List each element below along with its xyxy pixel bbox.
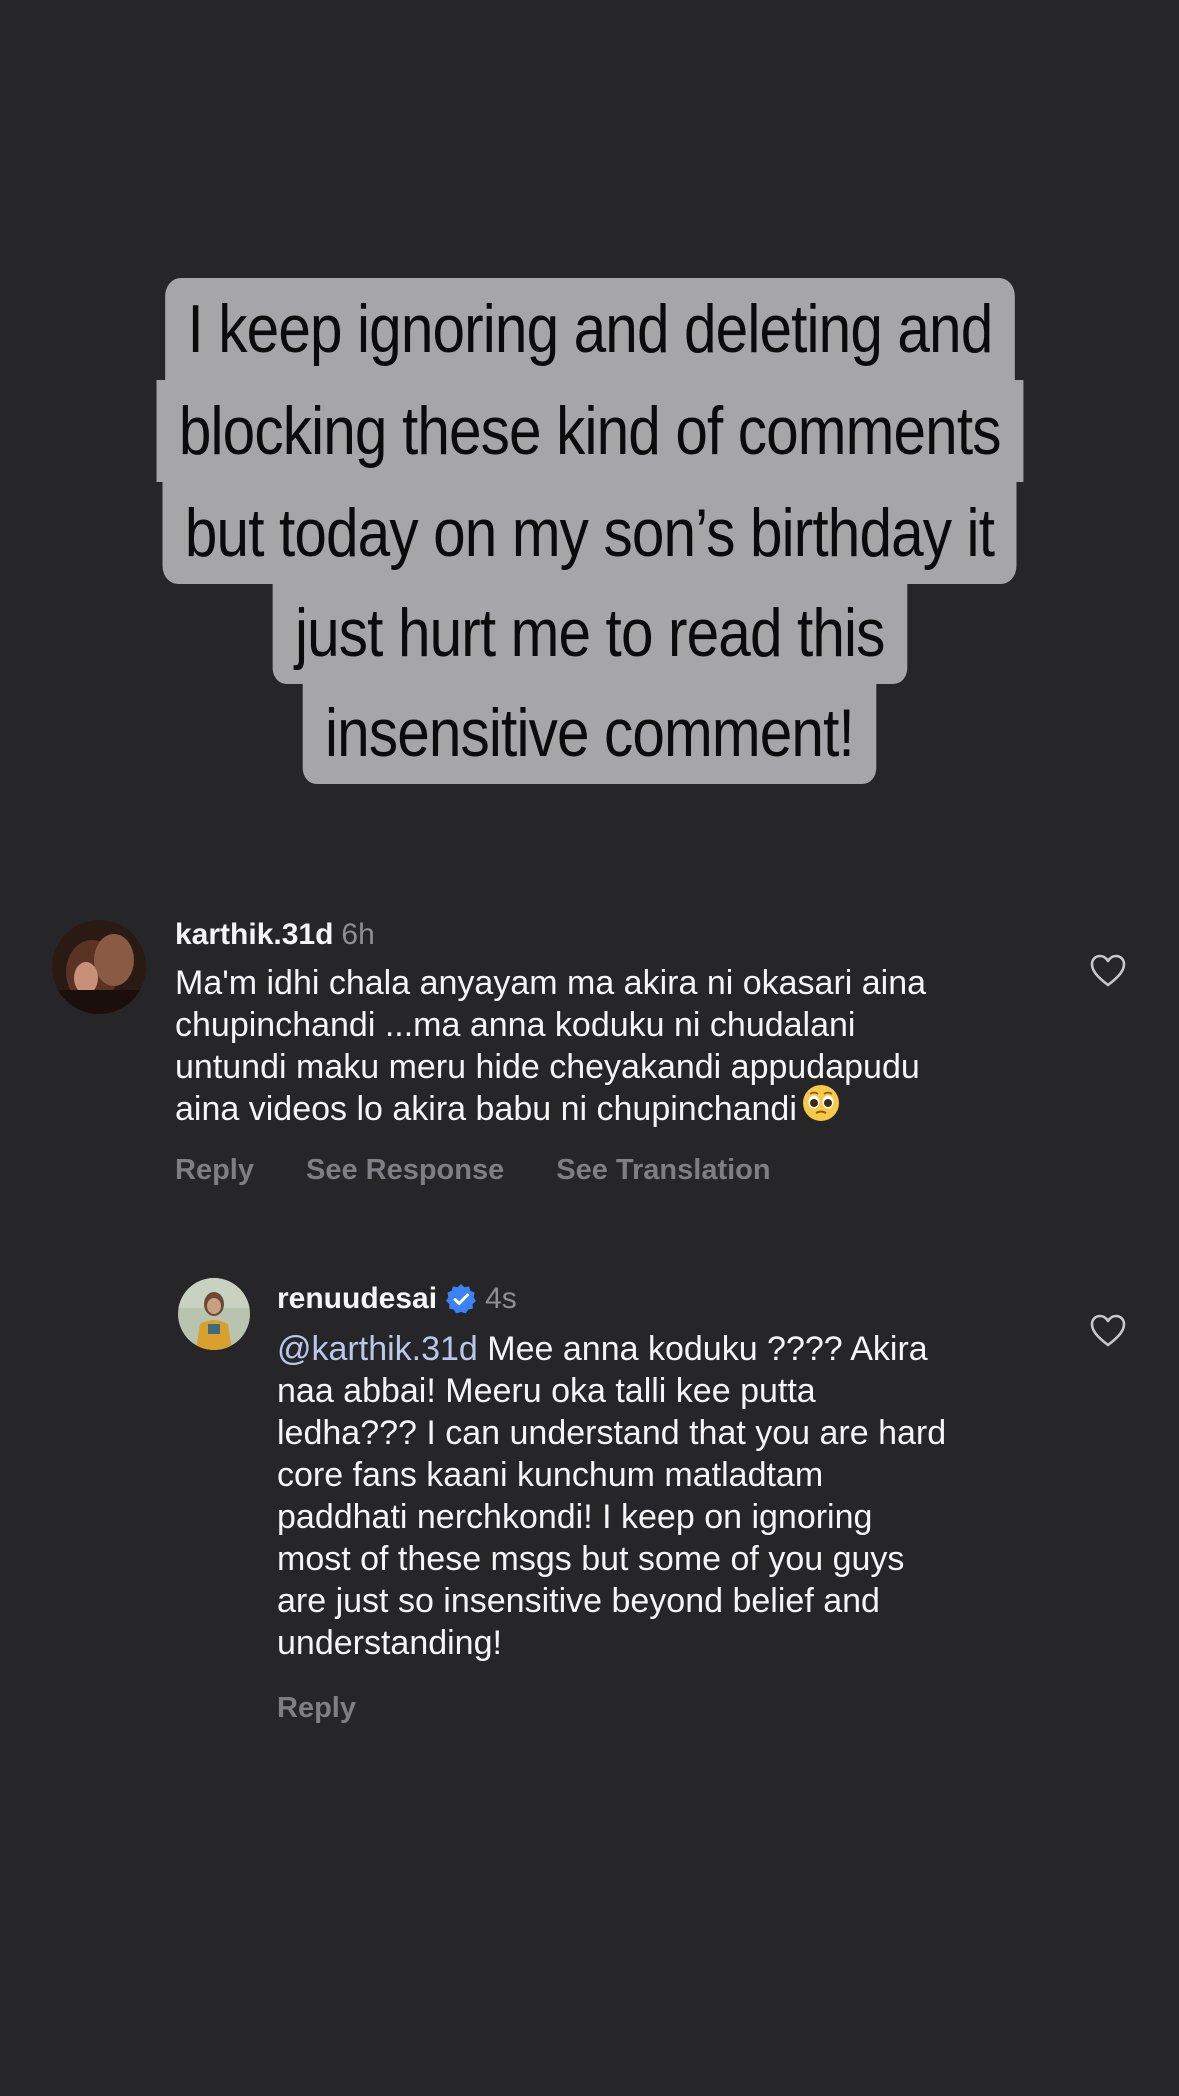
username[interactable]: karthik.31d [175, 918, 333, 951]
see-translation-button[interactable]: See Translation [556, 1154, 770, 1187]
comment-line: paddhati nerchkondi! I keep on ignoring [277, 1498, 873, 1536]
pleading-face-emoji [801, 1083, 841, 1133]
comment-line: @karthik.31d Mee anna koduku ???? Akira [277, 1328, 1057, 1370]
caption-line: but today on my son’s birthday it [162, 482, 1017, 584]
timestamp: 6h [341, 918, 375, 951]
comment-line: ledha??? I can understand that you are h… [277, 1414, 947, 1452]
comment-line: core fans kaani kunchum matladtam [277, 1456, 824, 1494]
comment-line: understanding! [277, 1624, 502, 1662]
comment-karthik: karthik.31d 6h Ma'm idhi chala anyayam ma… [0, 918, 1179, 1198]
comment-line: aina videos lo akira babu ni chupinchand… [175, 1085, 1035, 1133]
username[interactable]: renuudesai [277, 1282, 437, 1315]
comment-line: are just so insensitive beyond belief an… [277, 1582, 880, 1620]
mention-link[interactable]: @karthik.31d [277, 1330, 478, 1368]
verified-badge-icon [445, 1283, 477, 1319]
comment-line: Ma'm idhi chala anyayam ma akira ni okas… [175, 964, 927, 1002]
comment-line-text: Mee anna koduku ???? Akira [487, 1330, 928, 1368]
comment-header: karthik.31d 6h [175, 918, 375, 952]
comment-body: Ma'm idhi chala anyayam ma akira ni okas… [175, 962, 1035, 1133]
comment-body: @karthik.31d Mee anna koduku ???? Akira … [277, 1328, 1057, 1664]
caption-line: insensitive comment! [302, 682, 877, 784]
comment-line-text: aina videos lo akira babu ni chupinchand… [175, 1090, 797, 1128]
reply-button[interactable]: Reply [277, 1692, 356, 1725]
reply-button[interactable]: Reply [175, 1154, 254, 1187]
see-response-button[interactable]: See Response [306, 1154, 504, 1187]
caption-line: blocking these kind of comments [156, 380, 1023, 482]
story-caption: I keep ignoring and deleting and blockin… [0, 278, 1179, 784]
comment-line: chupinchandi ...ma anna koduku ni chudal… [175, 1006, 856, 1044]
comment-line: naa abbai! Meeru oka talli kee putta [277, 1372, 816, 1410]
comment-actions: Reply See Response See Translation [175, 1154, 823, 1187]
heart-outline-icon[interactable] [1090, 1314, 1126, 1352]
comment-actions: Reply [277, 1692, 408, 1725]
caption-line: just hurt me to read this [272, 582, 907, 684]
avatar[interactable] [178, 1278, 250, 1350]
avatar[interactable] [52, 920, 146, 1014]
comment-header: renuudesai 4s [277, 1282, 517, 1319]
caption-line: I keep ignoring and deleting and [164, 278, 1015, 380]
comment-renuudesai: renuudesai 4s @karthik.31d Mee anna kodu… [0, 1278, 1179, 1738]
timestamp: 4s [485, 1282, 517, 1315]
comment-line: untundi maku meru hide cheyakandi appuda… [175, 1048, 920, 1086]
heart-outline-icon[interactable] [1090, 954, 1126, 992]
comment-line: most of these msgs but some of you guys [277, 1540, 905, 1578]
